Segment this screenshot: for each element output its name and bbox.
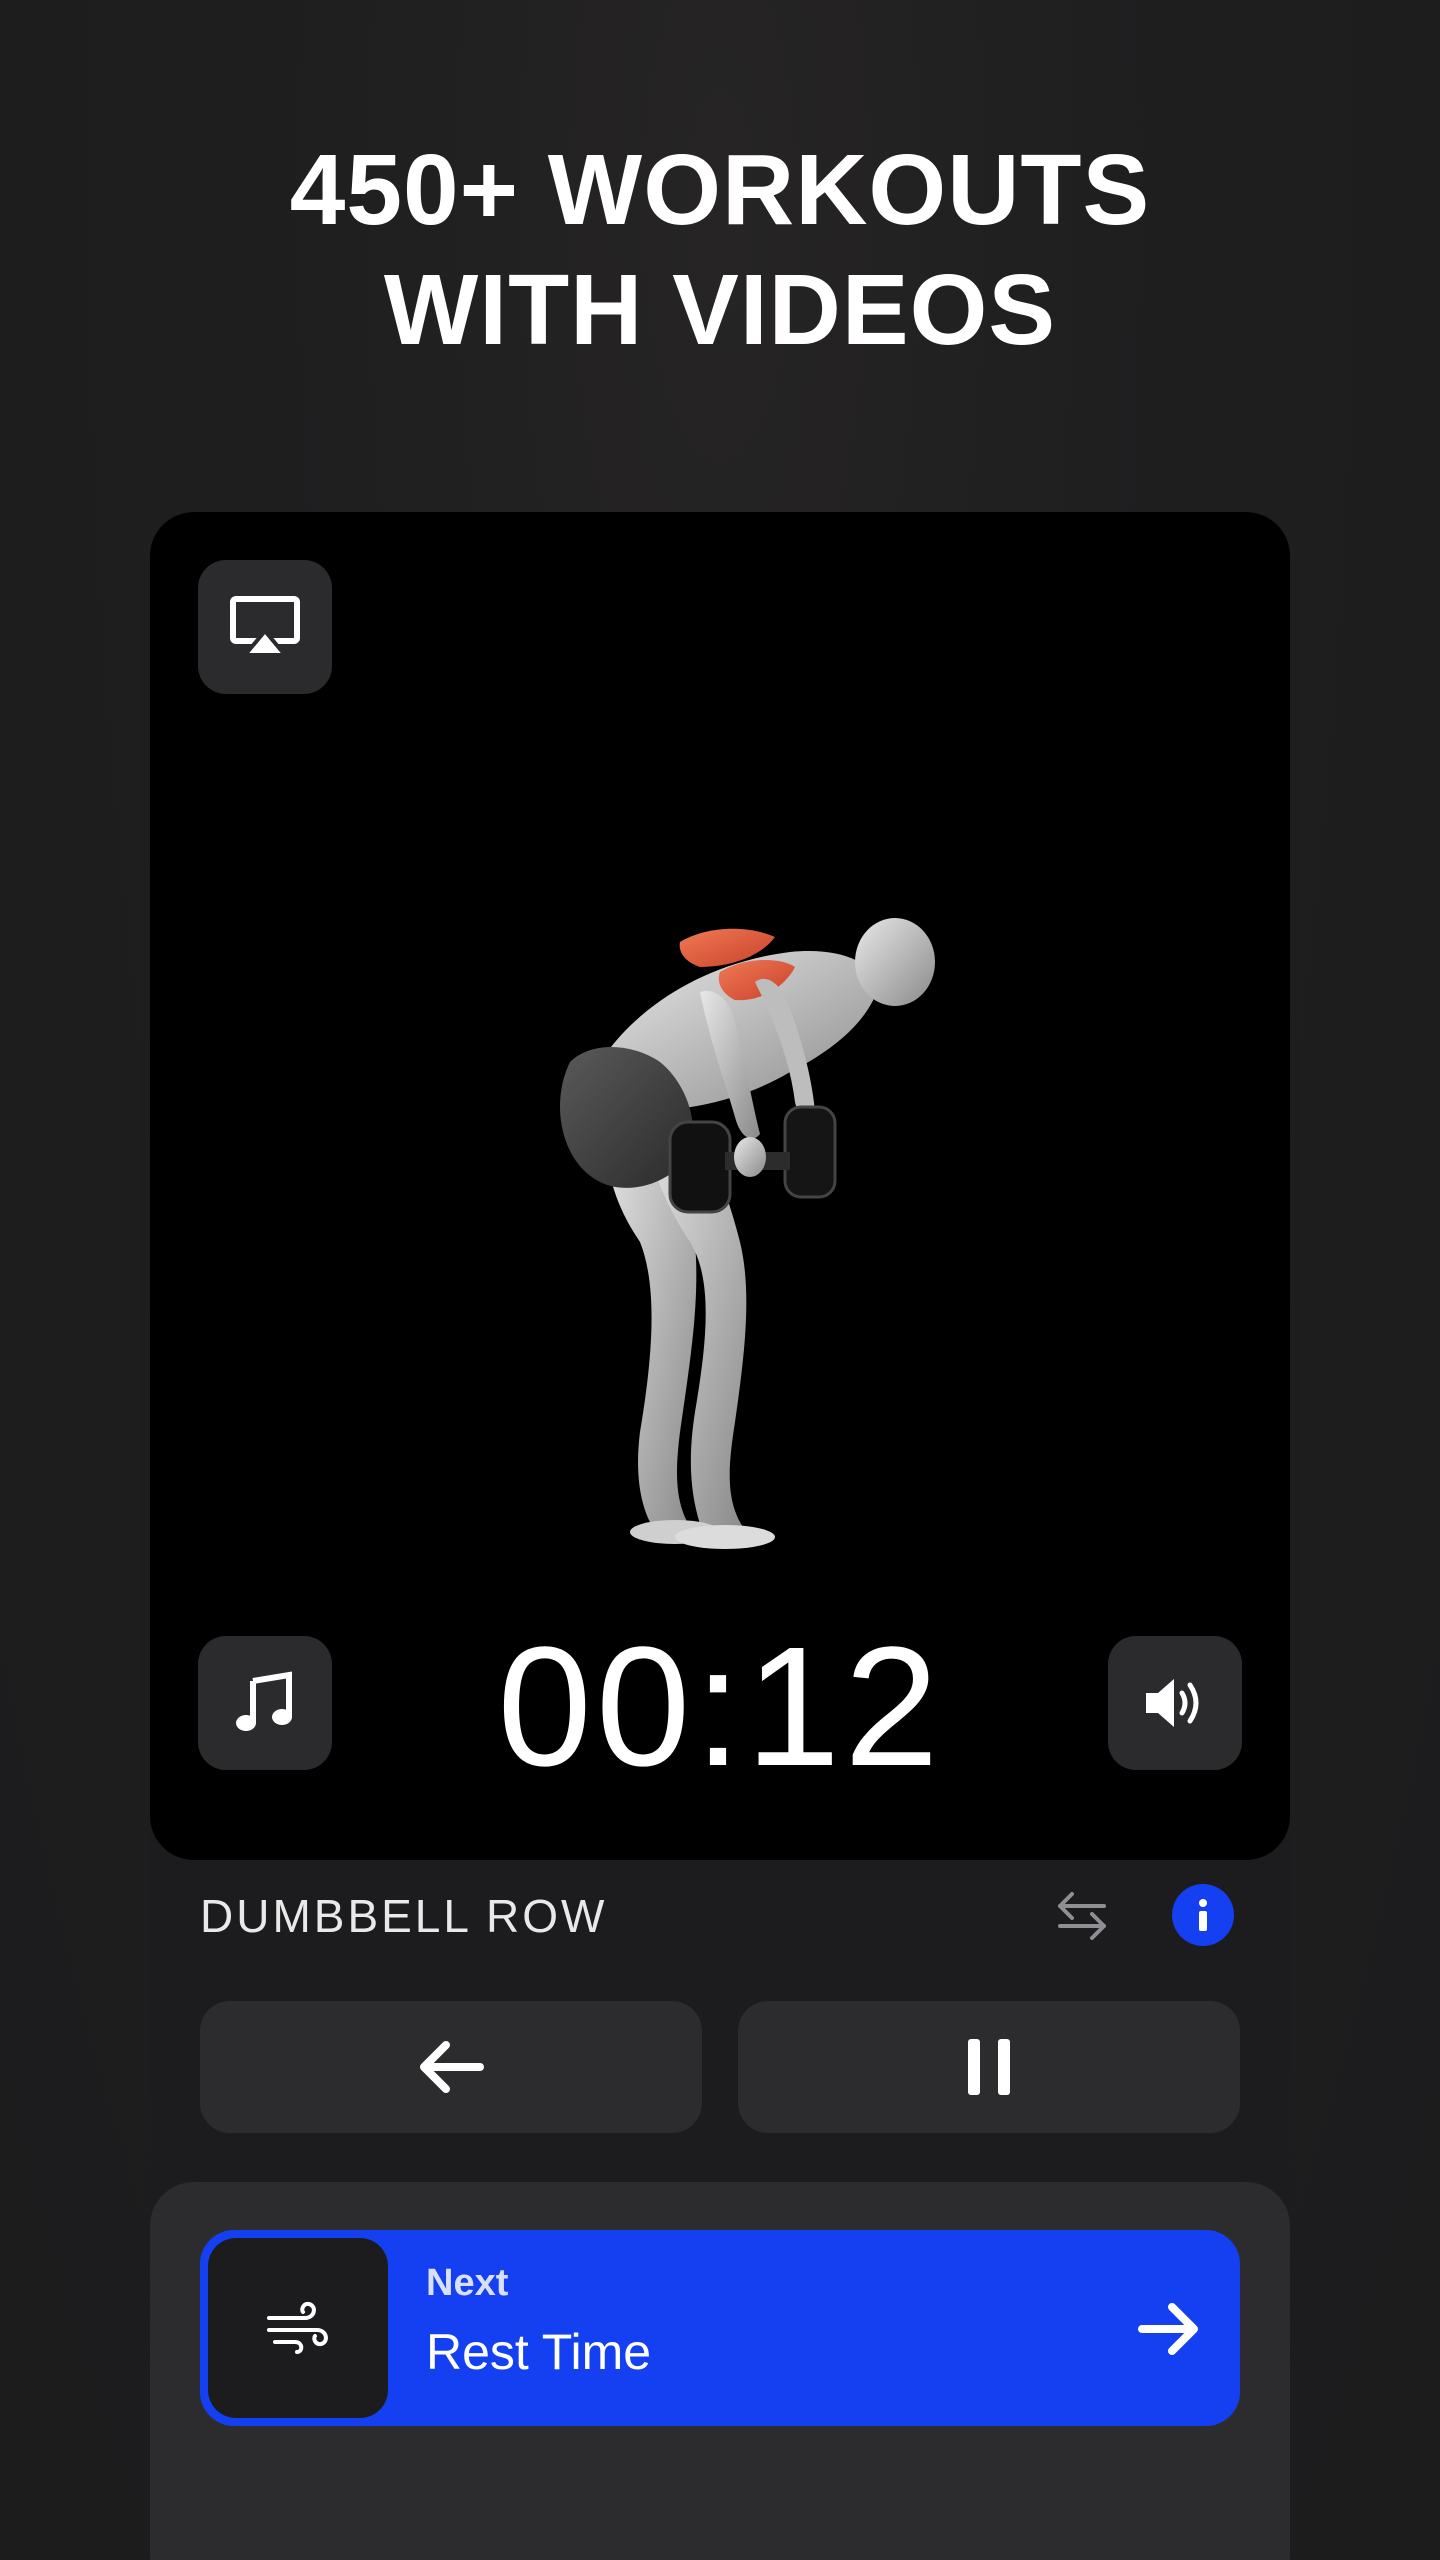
headline-line-1: 450+ WORKOUTS [289,134,1151,246]
info-icon [1199,1899,1207,1931]
pause-icon [968,2039,1010,2095]
wind-icon [267,2301,328,2354]
pause-button[interactable] [738,2001,1240,2133]
next-label: Next [426,2262,509,2304]
airplay-icon [230,596,300,657]
previous-button[interactable] [200,2001,702,2133]
speaker-volume-icon [1146,1679,1199,1727]
exercise-name: DUMBBELL ROW [200,1890,608,1942]
airplay-button[interactable] [198,560,332,694]
arrow-right-icon [1138,2303,1198,2355]
swap-arrows-icon[interactable] [1050,1884,1114,1948]
exercise-figure [560,918,935,1549]
arrow-left-icon [420,2041,484,2093]
headline-line-2: WITH VIDEOS [383,254,1057,366]
next-title: Rest Time [426,2324,652,2380]
next-exercise-card[interactable]: Next Rest Time [200,2230,1240,2426]
headline: 450+ WORKOUTS WITH VIDEOS [0,130,1440,370]
sound-button[interactable] [1108,1636,1242,1770]
info-button[interactable] [1172,1884,1234,1946]
app-screen: 450+ WORKOUTS WITH VIDEOS 00:12 DUMBBELL… [0,0,1440,2560]
exercise-video[interactable]: 00:12 [150,512,1290,1860]
next-thumbnail [208,2238,388,2418]
